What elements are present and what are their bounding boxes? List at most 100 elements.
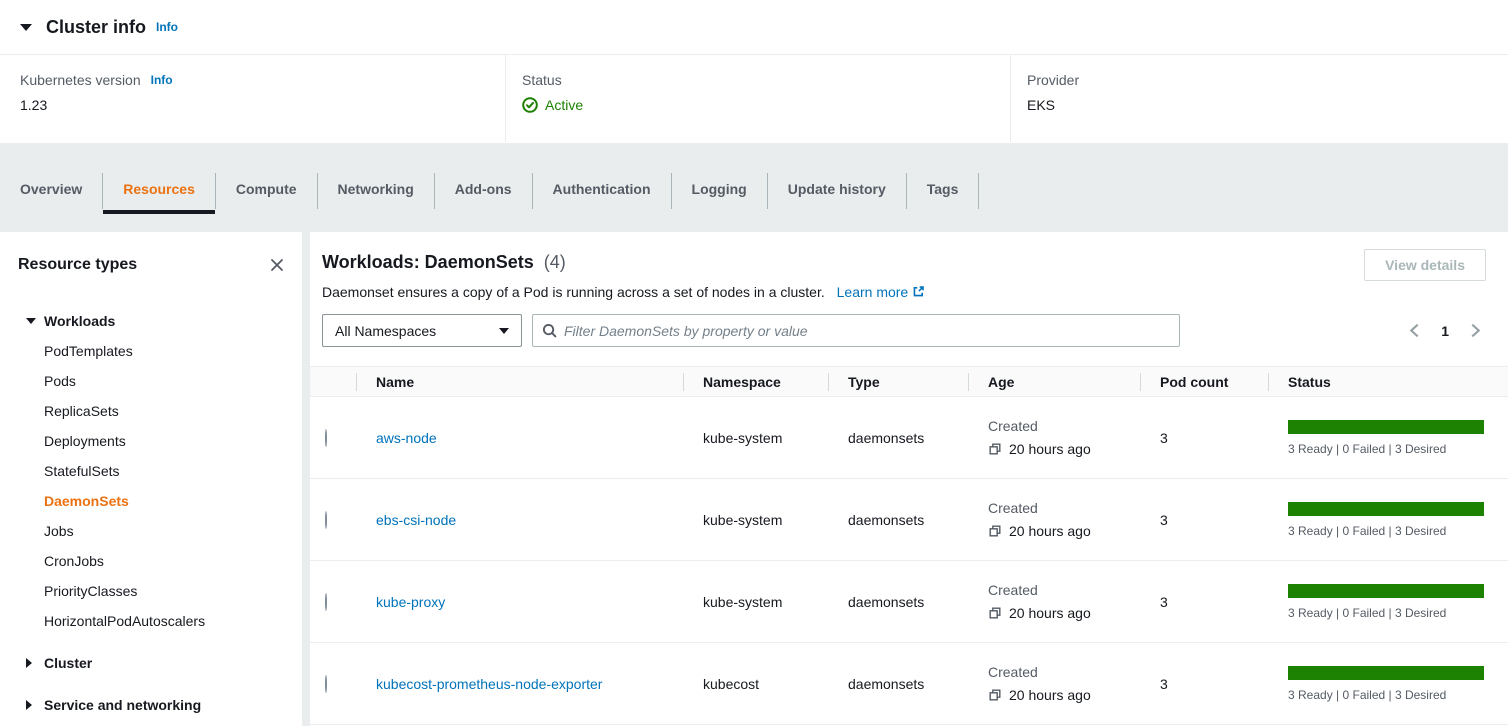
close-icon[interactable] — [268, 256, 286, 274]
tab-separator — [978, 173, 979, 209]
pagination: 1 — [1404, 319, 1486, 342]
column-header-status[interactable]: Status — [1268, 367, 1508, 396]
page-number[interactable]: 1 — [1441, 323, 1449, 339]
resource-types-title: Resource types — [18, 256, 137, 274]
age-value: 20 hours ago — [1009, 687, 1091, 703]
copy-icon[interactable] — [988, 442, 1002, 456]
view-details-button[interactable]: View details — [1364, 249, 1486, 281]
age-value: 20 hours ago — [1009, 605, 1091, 621]
tab-networking[interactable]: Networking — [318, 168, 434, 214]
copy-icon[interactable] — [988, 688, 1002, 702]
status-cell: 3 Ready | 0 Failed | 3 Desired — [1268, 502, 1508, 538]
tree-group-service-and-networking[interactable]: Service and networking — [18, 690, 286, 720]
status-value: Active — [545, 97, 583, 113]
tab-update-history[interactable]: Update history — [768, 168, 906, 214]
tab-resources[interactable]: Resources — [103, 168, 215, 214]
age-cell: Created 20 hours ago — [968, 664, 1140, 703]
daemonsets-table: Name Namespace Type Age Pod count Status… — [310, 366, 1508, 725]
sidebar-item-horizontalpodautoscalers[interactable]: HorizontalPodAutoscalers — [18, 606, 286, 636]
tab-overview[interactable]: Overview — [0, 168, 102, 214]
column-header-namespace[interactable]: Namespace — [683, 367, 828, 396]
pod-count-cell: 3 — [1140, 676, 1268, 692]
tab-bar: Overview Resources Compute Networking Ad… — [0, 168, 1508, 214]
resource-types-panel: Resource types Workloads PodTemplates Po… — [0, 232, 302, 726]
chevron-right-icon — [26, 700, 35, 710]
pod-count-cell: 3 — [1140, 430, 1268, 446]
provider-value: EKS — [1027, 97, 1508, 113]
daemonset-name-link[interactable]: ebs-csi-node — [376, 512, 456, 528]
sidebar-item-pods[interactable]: Pods — [18, 366, 286, 396]
namespace-select[interactable]: All Namespaces — [322, 314, 522, 347]
kubernetes-version-label: Kubernetes version — [20, 72, 141, 88]
tab-compute[interactable]: Compute — [216, 168, 317, 214]
table-header-row: Name Namespace Type Age Pod count Status — [310, 366, 1508, 397]
status-cell: 3 Ready | 0 Failed | 3 Desired — [1268, 420, 1508, 456]
age-created-label: Created — [988, 664, 1140, 680]
status-bar — [1288, 584, 1484, 598]
tree-group-cluster-label: Cluster — [44, 655, 92, 671]
cluster-info-fields: Kubernetes version Info 1.23 Status Acti… — [0, 55, 1508, 142]
status-check-circle-icon — [522, 97, 538, 113]
cluster-info-header: Cluster info Info — [0, 0, 1508, 55]
search-icon — [542, 323, 557, 338]
external-link-icon — [912, 285, 925, 301]
resource-types-tree: Workloads PodTemplates Pods ReplicaSets … — [18, 306, 286, 720]
sidebar-item-jobs[interactable]: Jobs — [18, 516, 286, 546]
previous-page-icon[interactable] — [1404, 319, 1425, 342]
namespace-cell: kubecost — [683, 676, 828, 692]
daemonset-name-link[interactable]: kube-proxy — [376, 594, 445, 610]
age-value: 20 hours ago — [1009, 523, 1091, 539]
sidebar-item-priorityclasses[interactable]: PriorityClasses — [18, 576, 286, 606]
status-text: 3 Ready | 0 Failed | 3 Desired — [1288, 524, 1486, 538]
sidebar-item-cronjobs[interactable]: CronJobs — [18, 546, 286, 576]
cluster-info-info-link[interactable]: Info — [156, 20, 178, 34]
tree-group-service-label: Service and networking — [44, 697, 201, 713]
column-header-name[interactable]: Name — [356, 367, 683, 396]
chevron-down-icon — [499, 328, 509, 334]
copy-icon[interactable] — [988, 524, 1002, 538]
tab-logging[interactable]: Logging — [672, 168, 767, 214]
age-created-label: Created — [988, 500, 1140, 516]
row-radio-button[interactable] — [325, 429, 327, 447]
daemonset-name-link[interactable]: kubecost-prometheus-node-exporter — [376, 676, 602, 692]
sidebar-item-daemonsets[interactable]: DaemonSets — [18, 486, 286, 516]
row-radio-button[interactable] — [325, 675, 327, 693]
row-radio-button[interactable] — [325, 593, 327, 611]
tree-group-workloads[interactable]: Workloads — [18, 306, 286, 336]
age-cell: Created 20 hours ago — [968, 582, 1140, 621]
row-radio-button[interactable] — [325, 511, 327, 529]
table-row: kubecost-prometheus-node-exporter kubeco… — [310, 643, 1508, 725]
daemonset-name-link[interactable]: aws-node — [376, 430, 437, 446]
column-header-type[interactable]: Type — [828, 367, 968, 396]
age-created-label: Created — [988, 418, 1140, 434]
next-page-icon[interactable] — [1465, 319, 1486, 342]
status-bar — [1288, 666, 1484, 680]
daemonsets-search[interactable] — [532, 314, 1180, 347]
status-cell: 3 Ready | 0 Failed | 3 Desired — [1268, 666, 1508, 702]
column-header-pod-count[interactable]: Pod count — [1140, 367, 1268, 396]
tab-authentication[interactable]: Authentication — [533, 168, 671, 214]
sidebar-item-podtemplates[interactable]: PodTemplates — [18, 336, 286, 366]
cluster-info-card: Cluster info Info Kubernetes version Inf… — [0, 0, 1508, 143]
search-input[interactable] — [564, 323, 1170, 339]
sidebar-item-deployments[interactable]: Deployments — [18, 426, 286, 456]
column-header-age[interactable]: Age — [968, 367, 1140, 396]
type-cell: daemonsets — [828, 676, 968, 692]
learn-more-link[interactable]: Learn more — [837, 284, 926, 300]
tab-band: Overview Resources Compute Networking Ad… — [0, 143, 1508, 232]
tab-tags[interactable]: Tags — [907, 168, 979, 214]
collapse-caret-icon[interactable] — [20, 24, 32, 31]
kubernetes-version-info-link[interactable]: Info — [151, 73, 173, 87]
status-cell: 3 Ready | 0 Failed | 3 Desired — [1268, 584, 1508, 620]
select-all-column — [310, 367, 356, 396]
sidebar-item-statefulsets[interactable]: StatefulSets — [18, 456, 286, 486]
chevron-down-icon — [26, 318, 35, 324]
tab-add-ons[interactable]: Add-ons — [435, 168, 532, 214]
tree-group-cluster[interactable]: Cluster — [18, 648, 286, 678]
pod-count-cell: 3 — [1140, 594, 1268, 610]
status-text: 3 Ready | 0 Failed | 3 Desired — [1288, 606, 1486, 620]
namespace-select-value: All Namespaces — [335, 323, 436, 339]
sidebar-item-replicasets[interactable]: ReplicaSets — [18, 396, 286, 426]
copy-icon[interactable] — [988, 606, 1002, 620]
daemonsets-title: Workloads: DaemonSets — [322, 252, 534, 272]
